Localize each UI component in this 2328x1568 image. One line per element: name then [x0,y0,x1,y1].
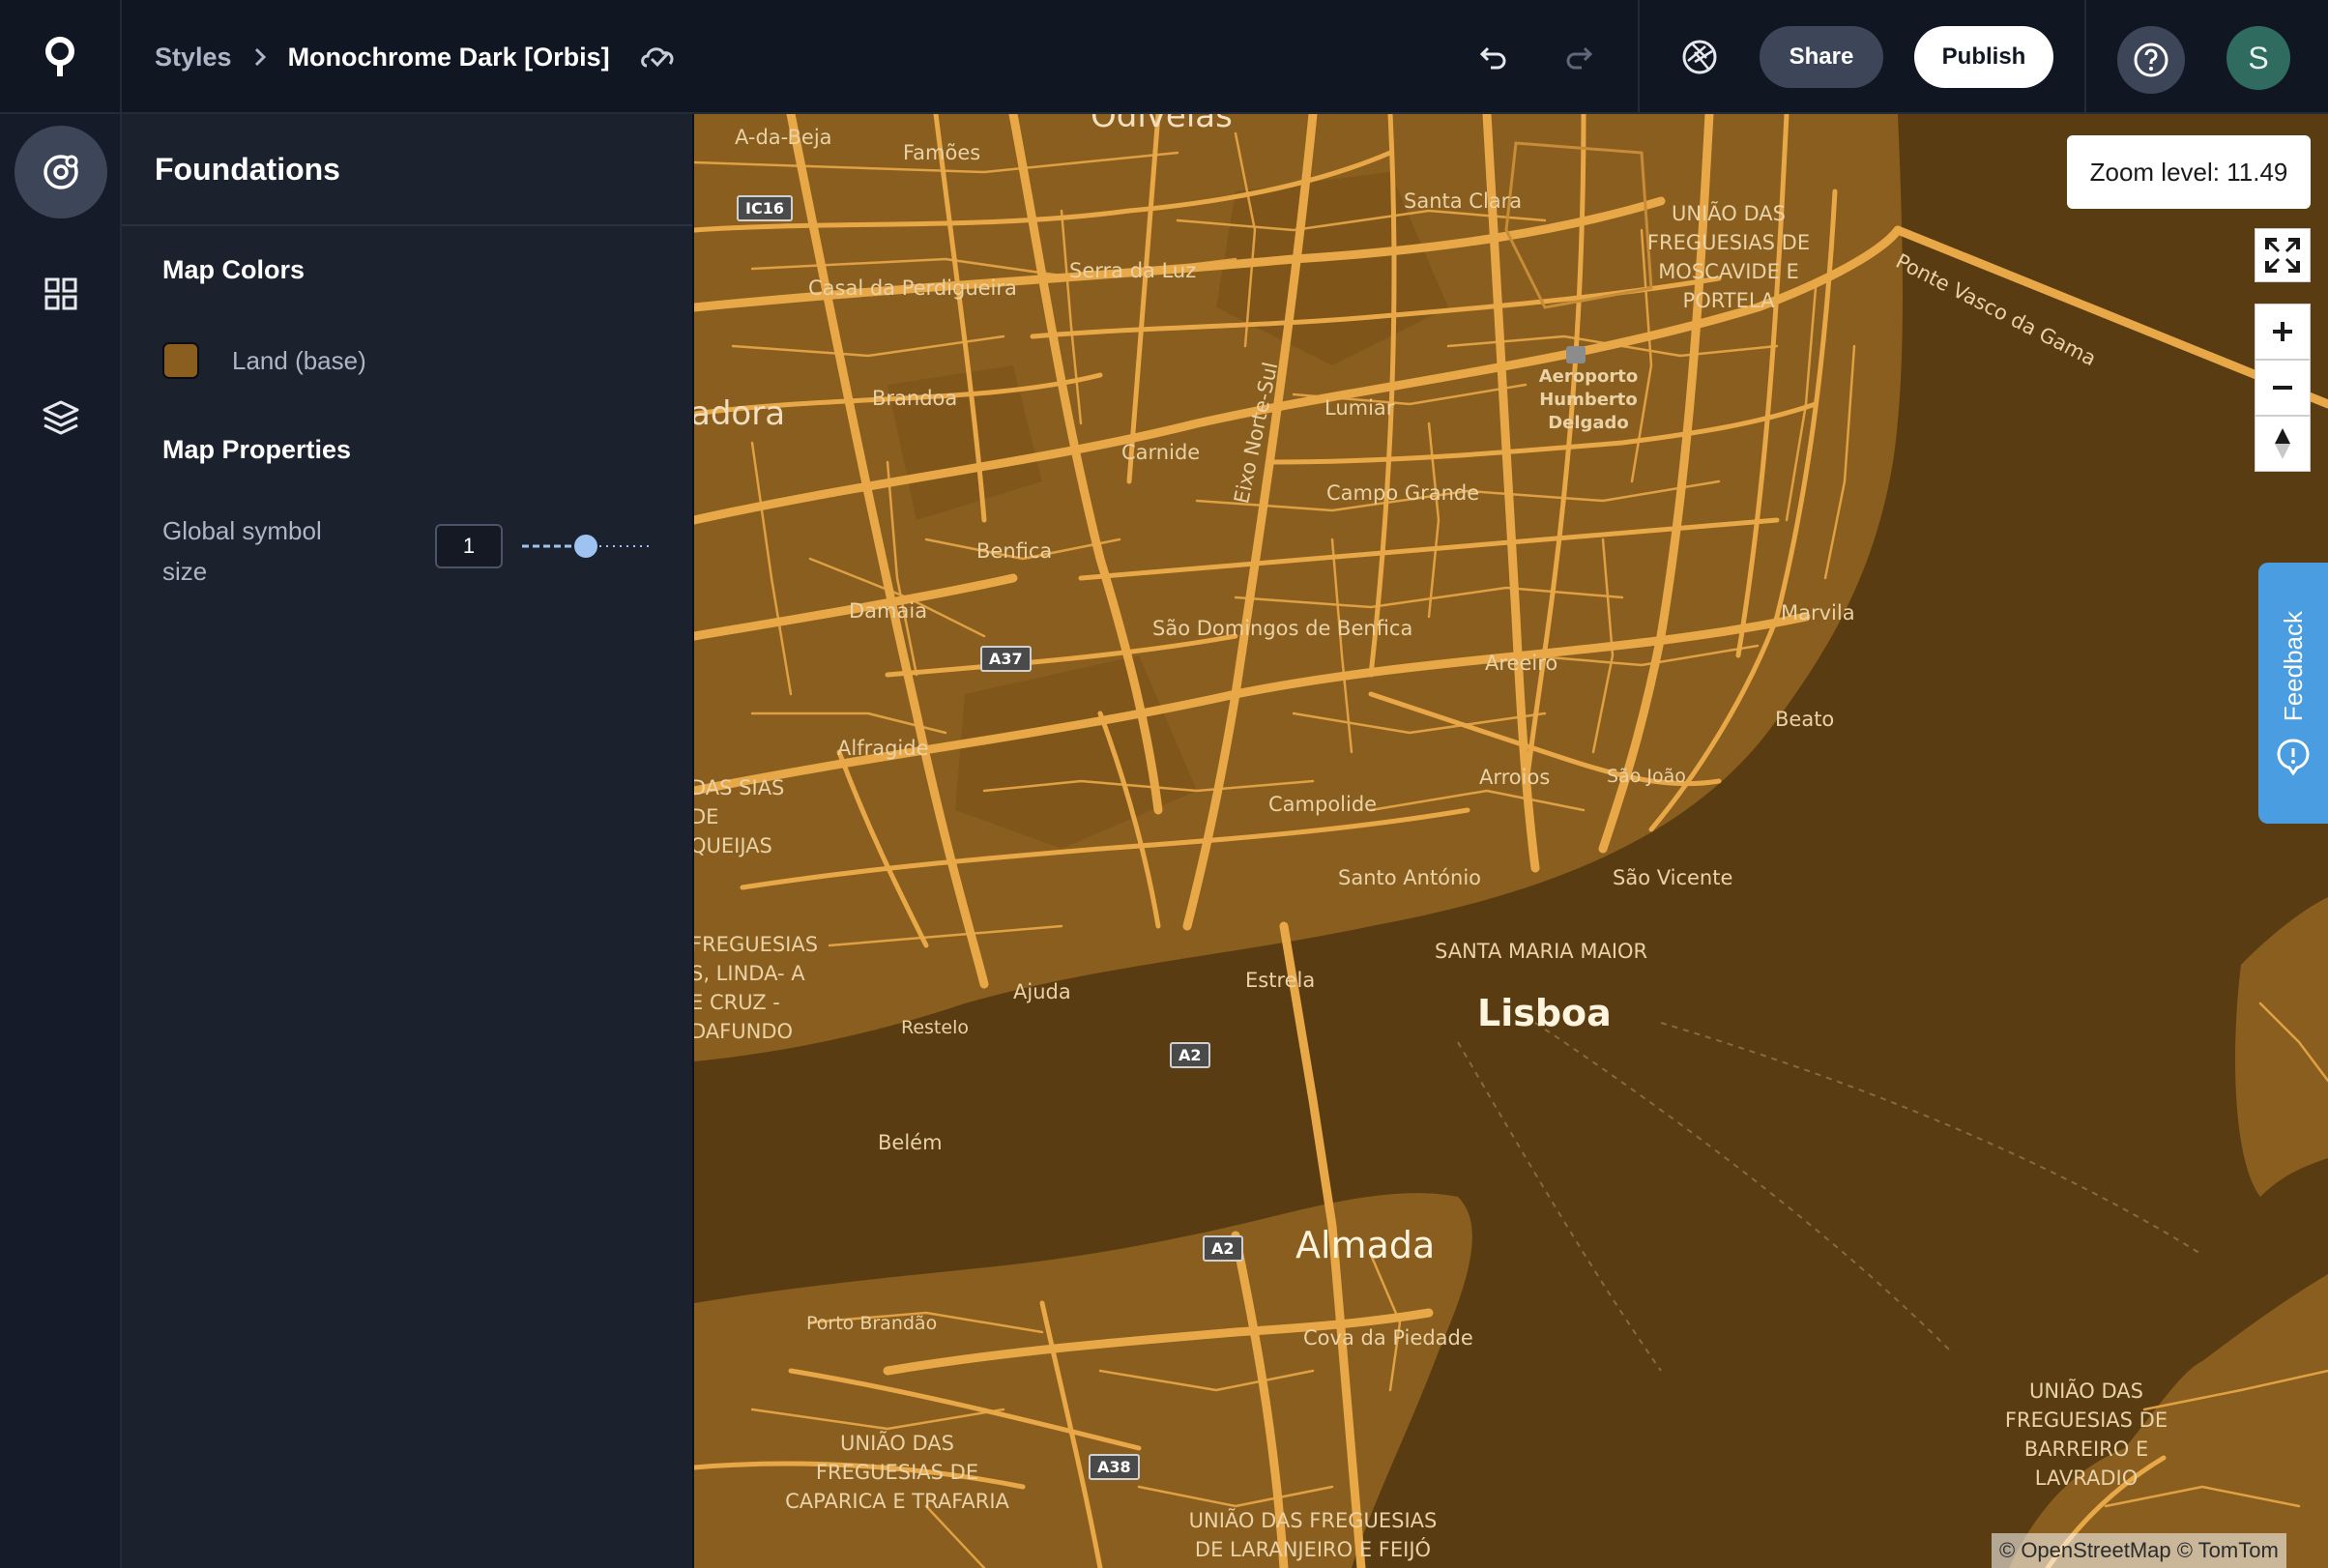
cloud-check-icon [639,43,678,72]
map-label: Alfragide [837,737,929,760]
map-label: Ajuda [1013,980,1071,1003]
map-label: Belém [878,1131,943,1154]
zoom-out-button[interactable] [2255,360,2311,416]
map-label: Brandoa [872,387,958,410]
map-background [694,114,2328,1568]
map-label: Porto Brandão [806,1313,938,1334]
map-label: Almada [1295,1224,1436,1266]
slider-thumb [574,535,597,558]
map-label: UNIÃO DAS FREGUESIAS DE BARREIRO E LAVRA… [2004,1379,2168,1490]
map-label: Cova da Piedade [1303,1326,1473,1350]
global-symbol-size-slider[interactable] [520,532,655,561]
feedback-chat-icon [2277,739,2310,776]
breadcrumb: Styles Monochrome Dark [Orbis] [155,0,678,114]
road-shield: A38 [1089,1454,1140,1480]
road-shield: A2 [1203,1235,1243,1262]
publish-button[interactable]: Publish [1914,26,2053,88]
map-label: Lisboa [1477,992,1612,1034]
map-label: Beato [1775,708,1835,731]
map-label: Lumiar [1324,396,1395,420]
map-label: Campolide [1268,793,1378,816]
map-label: UNIÃO DAS FREGUESIAS DE LARANJEIRO E FEI… [1188,1509,1438,1561]
map-attribution[interactable]: © OpenStreetMap © TomTom [1992,1533,2286,1568]
style-name: Monochrome Dark [Orbis] [287,42,610,72]
map-label: Aeroporto Humberto Delgado [1538,366,1639,433]
map-label: São João [1607,766,1686,787]
map-label: FREGUESIAS S, LINDA- A E CRUZ -DAFUNDO [694,933,819,1043]
map-label: UNIÃO DAS FREGUESIAS DE CAPARICA E TRAFA… [785,1432,1009,1513]
map-label: Santa Clara [1404,189,1523,213]
feedback-tab[interactable]: Feedback [2258,563,2328,824]
grid-icon [44,277,77,310]
fullscreen-button[interactable] [2255,228,2311,282]
map-label: Estrela [1245,969,1316,992]
map-label: DAS SIAS DE QUEIJAS [694,776,785,857]
left-nav-rail [0,114,122,1568]
map-label: São Domingos de Benfica [1152,617,1413,640]
map-label: UNIÃO DAS FREGUESIAS DE MOSCAVIDE E PORT… [1646,202,1811,312]
map-pin-logo-icon [45,37,74,76]
map-label: adora [694,394,786,433]
map-label: Benfica [976,539,1053,563]
compass-button[interactable] [2255,416,2311,472]
map-label: Serra da Luz [1069,259,1197,282]
divider [1638,0,1640,114]
app-logo[interactable] [0,0,122,114]
rail-item-components[interactable] [15,247,107,340]
map-label: SANTA MARIA MAIOR [1435,940,1648,963]
map-properties-heading: Map Properties [162,435,352,464]
fullscreen-icon [2265,238,2300,273]
plus-icon [2273,322,2292,341]
land-color-swatch[interactable] [162,342,199,379]
panel-header: Foundations [122,114,692,226]
road-shield: IC16 [737,195,793,221]
map-colors-heading: Map Colors [162,255,306,284]
map-label: São Vicente [1613,866,1733,889]
divider [2084,0,2086,114]
layers-icon [43,400,79,435]
map-label: A-da-Beja [735,126,832,149]
map-label: Odivelas [1091,114,1233,135]
land-color-row[interactable]: Land (base) [162,342,366,379]
rail-item-foundations[interactable] [15,126,107,218]
road-shield: A37 [980,646,1032,672]
map-label: Areeiro [1485,652,1558,675]
share-button[interactable]: Share [1760,26,1883,88]
airport-icon [1566,346,1586,363]
map-canvas[interactable]: Odivelas A-da-Beja Famões Santa Clara UN… [694,114,2328,1568]
chevron-right-icon [253,46,267,68]
undo-icon[interactable] [1470,33,1518,81]
breadcrumb-styles-link[interactable]: Styles [155,43,232,73]
minus-icon [2273,386,2292,390]
compass-icon [2275,428,2290,459]
panel-title: Foundations [155,151,340,187]
foundations-panel: Foundations Map Colors Land (base) Map P… [122,114,694,1568]
global-symbol-size-label: Global symbol size [162,516,322,586]
map-label: Famões [903,141,981,164]
map-label: Campo Grande [1326,481,1480,505]
aperture-preview-icon[interactable] [1675,33,1724,81]
feedback-label: Feedback [2278,610,2308,722]
map-label: Arroios [1479,766,1551,789]
zoom-level-readout: Zoom level: 11.49 [2067,135,2311,209]
map-label: Marvila [1781,601,1855,624]
help-button[interactable] [2117,26,2185,94]
map-label: Damaia [849,599,928,623]
user-avatar[interactable]: S [2226,26,2290,90]
land-color-label: Land (base) [232,345,366,375]
rail-item-layers[interactable] [15,371,107,464]
global-symbol-size-input[interactable]: 1 [435,524,503,568]
map-label: Santo António [1338,866,1482,889]
map-label: Carnide [1121,441,1201,464]
redo-icon[interactable] [1555,33,1603,81]
zoom-in-button[interactable] [2255,304,2311,360]
help-icon [2134,43,2168,77]
top-bar: Styles Monochrome Dark [Orbis] Share Pub… [0,0,2328,114]
foundations-icon [44,155,78,189]
map-label: Restelo [901,1017,969,1038]
map-label: Casal da Perdigueira [808,276,1017,300]
road-shield: A2 [1170,1042,1210,1068]
